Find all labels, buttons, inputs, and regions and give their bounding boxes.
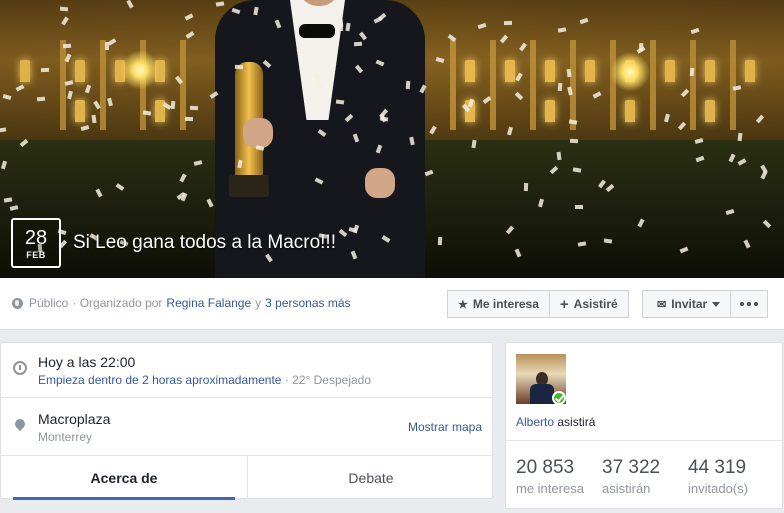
stat-number: 44 319 (688, 457, 747, 478)
stat-number: 37 322 (602, 457, 661, 478)
stat-label: invitado(s) (688, 481, 748, 496)
confetti-piece (234, 64, 244, 70)
confetti-piece (184, 116, 194, 122)
place-name[interactable]: Macroplaza (38, 411, 110, 427)
privacy-label: Público (29, 296, 69, 310)
confetti-piece (335, 99, 345, 105)
envelope-icon: ✉ (657, 298, 667, 311)
tab-discussion[interactable]: Debate (247, 456, 494, 500)
interested-label: Me interesa (472, 297, 539, 311)
going-label: Asistiré (573, 297, 618, 311)
attendee-name-link[interactable]: Alberto (516, 415, 554, 429)
more-icon (740, 302, 759, 306)
interested-button[interactable]: ★ Me interesa (447, 290, 550, 318)
confetti-piece (338, 18, 344, 28)
attendee-status: asistirá (557, 415, 596, 429)
attendance-card: Alberto asistirá 20 853 me interesa 37 3… (505, 342, 784, 509)
confetti-piece (737, 132, 743, 142)
tab-about[interactable]: Acerca de (1, 456, 247, 500)
confetti-piece (523, 182, 529, 192)
event-details-card: Hoy a las 22:00 Empieza dentro de 2 hora… (0, 342, 494, 500)
confetti-piece (503, 20, 513, 26)
confetti-piece (556, 151, 562, 161)
date-day: 28 (24, 227, 48, 249)
date-month: FEB (26, 250, 46, 260)
event-info-bar: Público · Organizado por Regina Falange … (0, 278, 784, 330)
time-relative-link[interactable]: Empieza dentro de 2 horas aproximadament… (38, 373, 281, 387)
event-location-row: Macroplaza Monterrey Mostrar mapa (1, 398, 494, 456)
event-time: Hoy a las 22:00 (38, 354, 136, 370)
event-time-sub: Empieza dentro de 2 horas aproximadament… (38, 373, 371, 387)
weather-label: · 22° Despejado (284, 373, 372, 387)
event-date-badge: 28 FEB (11, 218, 61, 268)
confetti-piece (36, 96, 46, 102)
location-pin-icon (15, 419, 25, 433)
stat-number: 20 853 (516, 457, 575, 478)
confetti-piece (575, 205, 583, 209)
divider (506, 440, 784, 441)
confetti-piece (689, 67, 695, 77)
and-label: y (255, 296, 262, 310)
show-map-link[interactable]: Mostrar mapa (408, 420, 482, 434)
going-button[interactable]: + Asistiré (549, 290, 629, 318)
invite-button[interactable]: ✉ Invitar (642, 290, 732, 318)
event-cover-photo: 28 FEB Si Leo gana todos a la Macro!!! (0, 0, 784, 278)
clock-icon (13, 361, 27, 375)
stat-going[interactable]: 37 322 asistirán (602, 457, 660, 496)
stat-interested[interactable]: 20 853 me interesa (516, 457, 584, 496)
stat-invited[interactable]: 44 319 invitado(s) (688, 457, 748, 496)
others-link[interactable]: 3 personas más (265, 296, 350, 310)
globe-icon (12, 297, 23, 309)
confetti-piece (40, 67, 50, 73)
more-options-button[interactable] (731, 290, 769, 318)
event-title: Si Leo gana todos a la Macro!!! (73, 232, 336, 253)
invite-button-group: ✉ Invitar (642, 290, 769, 318)
confetti-piece (170, 100, 176, 110)
confetti-piece (189, 105, 199, 111)
event-tabs: Acerca de Debate (1, 456, 494, 500)
stat-label: me interesa (516, 481, 584, 496)
event-time-row: Hoy a las 22:00 Empieza dentro de 2 hora… (1, 343, 494, 398)
check-icon (552, 391, 566, 405)
organized-by-prefix: · Organizado por (72, 296, 163, 310)
place-city: Monterrey (38, 430, 93, 444)
confetti-piece (59, 6, 69, 12)
confetti-piece (437, 236, 443, 246)
plus-icon: + (559, 295, 569, 313)
organizer-link[interactable]: Regina Falange (166, 296, 251, 310)
confetti-piece (405, 80, 411, 90)
confetti-piece (557, 82, 563, 92)
attendee-line: Alberto asistirá (516, 415, 595, 429)
confetti-piece (569, 138, 579, 144)
chevron-down-icon (712, 301, 721, 307)
event-meta: Público · Organizado por Regina Falange … (12, 296, 351, 310)
stat-label: asistirán (602, 481, 651, 496)
confetti-piece (62, 43, 72, 49)
invite-label: Invitar (671, 297, 708, 311)
rsvp-button-group: ★ Me interesa + Asistiré (447, 290, 629, 318)
star-icon: ★ (458, 298, 468, 311)
confetti-piece (353, 41, 363, 47)
